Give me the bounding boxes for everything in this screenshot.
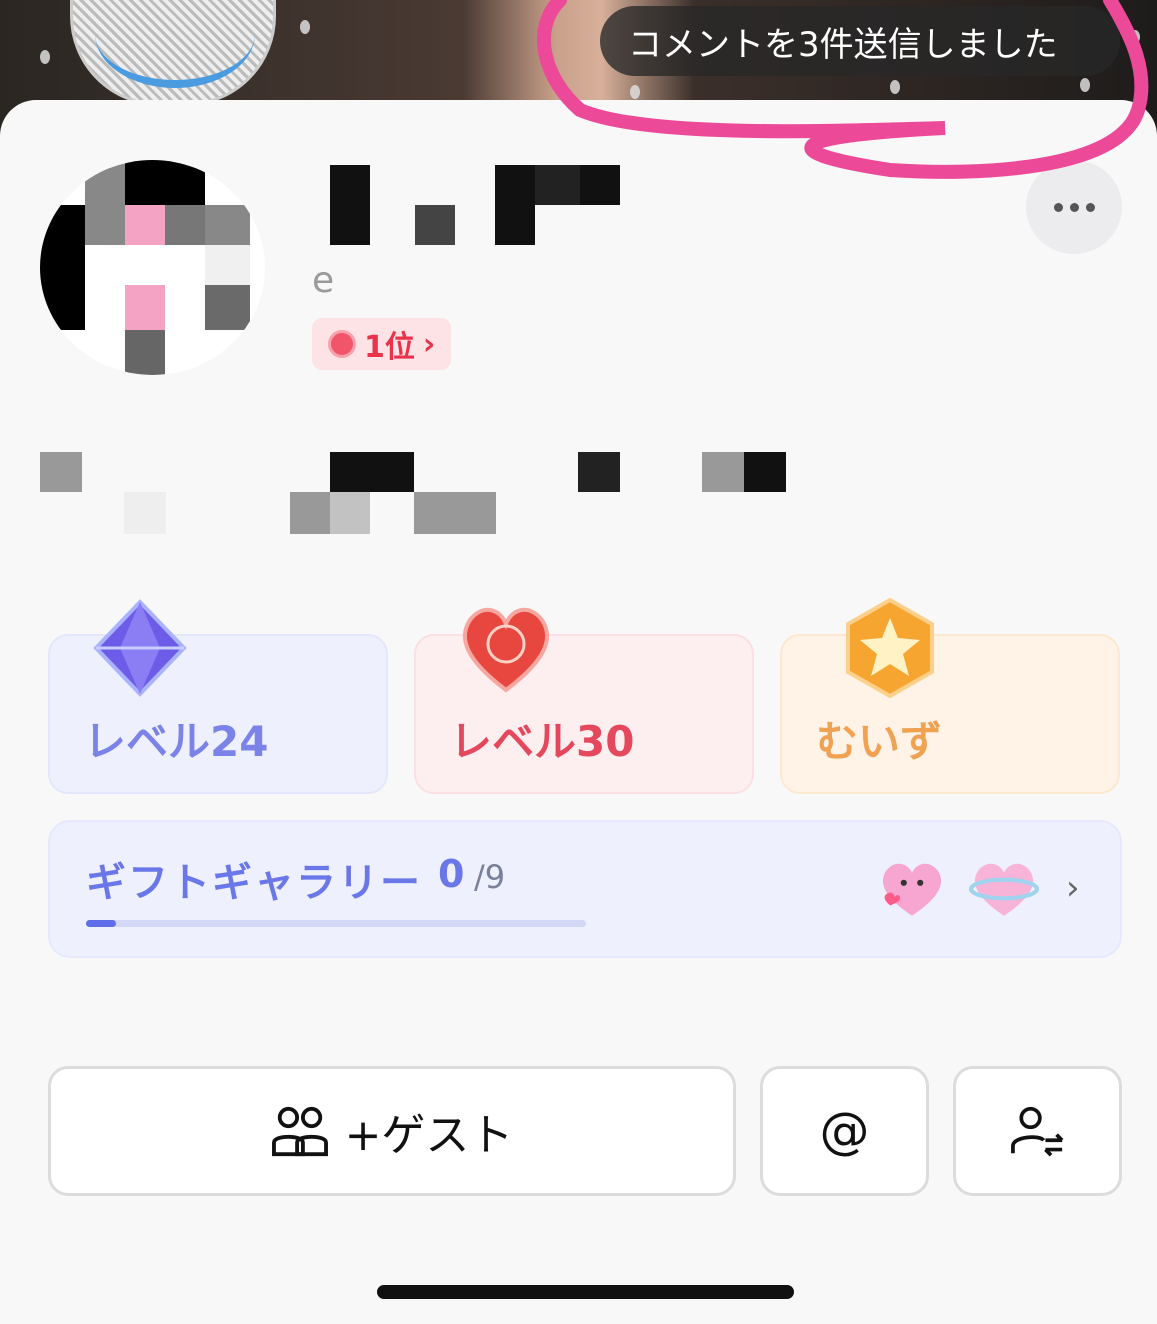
switch-user-button[interactable] [953,1066,1122,1196]
comment-toast: コメントを3件送信しました [600,6,1120,76]
level-card-heart[interactable]: レベル30 [414,608,754,794]
add-guest-label: +ゲスト [344,1110,514,1161]
diamond-icon [93,599,187,697]
heart-icon [462,608,550,693]
gift-planet-heart-icon [969,863,1039,916]
group-icon [271,1106,328,1157]
more-options-button[interactable] [1026,160,1122,254]
gift-heart-icon [882,863,942,916]
badge-card-star[interactable]: むいず [780,598,1120,794]
chevron-right-icon: › [1066,868,1080,908]
gift-progress-fill [86,920,116,927]
user-switch-icon [1010,1106,1063,1157]
rank-medal-icon [328,330,356,358]
mention-button[interactable]: @ [760,1066,929,1196]
rank-label: 1位 [364,330,415,365]
card-label: むいず [816,717,943,766]
at-icon: @ [819,1102,870,1160]
level-card-diamond[interactable]: レベル24 [48,599,388,794]
card-label: レベル30 [450,717,635,766]
avatar[interactable] [40,160,265,375]
gift-gallery-total: /9 [474,858,506,896]
toast-text: コメントを3件送信しました [628,24,1058,65]
more-horizontal-icon [1053,202,1063,212]
gift-gallery-count: 0 [438,852,465,896]
star-badge-icon [846,598,934,698]
rank-badge[interactable]: 1位 › [312,318,452,370]
home-indicator[interactable] [377,1285,794,1299]
gift-progress-bar [86,920,586,927]
gift-gallery-title: ギフトギャラリー [86,860,422,906]
card-label: レベル24 [84,717,269,766]
add-guest-button[interactable]: +ゲスト [48,1066,736,1196]
user-handle: e [312,260,335,301]
gift-gallery[interactable]: ギフトギャラリー 0 /9 › [48,820,1122,958]
chevron-right-icon: › [422,326,436,362]
profile-sheet: e 1位 › レベル24 レベル30 むいず ギフトギャラリー 0 /9 › +… [0,100,1157,1324]
